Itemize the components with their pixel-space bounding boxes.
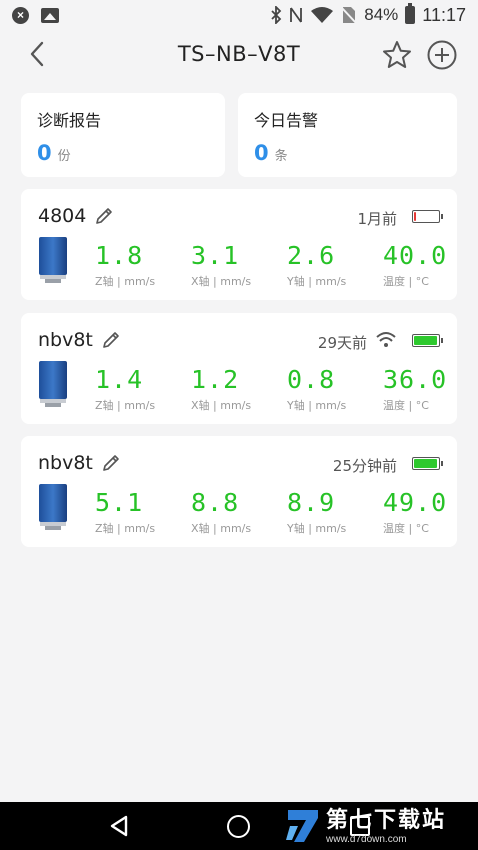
metric-value: 8.8 [191,488,240,517]
last-update-time: 29天前 [317,334,367,352]
device-name-row: nbv8t [38,329,121,351]
wifi-icon [311,7,334,23]
device-name-row: nbv8t [38,452,121,474]
image-icon [41,7,59,23]
metric-reading: 1.4 Z轴 | mm/s [95,365,175,413]
card-label: 今日告警 [254,111,319,130]
metric-label: Z轴 | mm/s [95,275,156,288]
edit-pencil-icon[interactable] [101,453,121,473]
device-name: nbv8t [38,329,93,351]
metric-reading: 49.0 温度 | °C [383,488,463,536]
metric-value: 40.0 [383,241,448,270]
vibration-sensor-icon [39,484,67,530]
battery-percent: 84% [364,5,399,24]
device-card[interactable]: 4804 1月前 1.8 Z轴 | mm/s 3.1 X轴 | mm/s 2.6 Y轴 | m… [21,189,457,300]
watermark-title: 第七下载站 [326,807,447,833]
nfc-icon [290,7,303,23]
count-unit: 条 [274,149,288,164]
last-update-time: 1月前 [357,210,397,228]
nav-back-icon[interactable] [108,815,130,837]
metric-value: 1.8 [95,241,144,270]
device-name-row: 4804 [38,205,114,227]
metric-value: 49.0 [383,488,448,517]
nav-home-icon[interactable] [227,815,250,838]
metric-value: 2.6 [287,241,336,270]
vibration-sensor-icon [39,237,67,283]
metric-value: 36.0 [383,365,448,394]
metric-reading: 40.0 温度 | °C [383,241,463,289]
battery-icon [405,3,416,24]
no-sim-icon [341,7,357,24]
device-card[interactable]: nbv8t 29天前 1.4 Z轴 | mm/s 1.2 X轴 | mm/s 0.8 Y轴 |… [21,313,457,424]
metric-reading: 1.2 X轴 | mm/s [191,365,271,413]
metric-label: 温度 | °C [383,522,429,535]
watermark-logo-icon [286,810,318,842]
card-label: 诊断报告 [37,111,102,130]
clock: 11:17 [422,4,466,25]
vibration-sensor-icon [39,361,67,407]
metric-label: X轴 | mm/s [191,399,252,412]
diagnosis-report-card[interactable]: 诊断报告 0 份 [21,93,225,177]
star-icon[interactable] [381,39,413,71]
metric-label: Z轴 | mm/s [95,522,156,535]
metric-value: 1.4 [95,365,144,394]
metric-reading: 5.1 Z轴 | mm/s [95,488,175,536]
metric-reading: 8.9 Y轴 | mm/s [287,488,367,536]
edit-pencil-icon[interactable] [101,330,121,350]
metric-label: X轴 | mm/s [191,275,252,288]
metric-label: 温度 | °C [383,275,429,288]
metric-label: 温度 | °C [383,399,429,412]
count-unit: 份 [57,149,71,164]
close-circle-icon: × [12,6,29,24]
metric-reading: 1.8 Z轴 | mm/s [95,241,175,289]
edit-pencil-icon[interactable] [94,206,114,226]
metric-reading: 2.6 Y轴 | mm/s [287,241,367,289]
device-card[interactable]: nbv8t 25分钟前 5.1 Z轴 | mm/s 8.8 X轴 | mm/s 8.9 Y轴 … [21,436,457,547]
watermark: 第七下载站 www.d7down.com [284,802,478,850]
wifi-signal-icon [376,332,396,347]
device-name: 4804 [38,205,87,227]
bluetooth-icon [271,6,282,24]
add-icon[interactable] [426,39,458,71]
battery-level-icon [412,334,443,347]
metric-reading: 8.8 X轴 | mm/s [191,488,271,536]
metric-value: 0.8 [287,365,336,394]
battery-level-icon [412,210,443,223]
battery-level-icon [412,457,443,470]
alarm-count: 0 [254,141,269,165]
metric-label: Y轴 | mm/s [287,522,347,535]
metric-value: 5.1 [95,488,144,517]
watermark-url: www.d7down.com [326,833,407,845]
metric-label: X轴 | mm/s [191,522,252,535]
metric-value: 1.2 [191,365,240,394]
metric-reading: 0.8 Y轴 | mm/s [287,365,367,413]
metric-reading: 3.1 X轴 | mm/s [191,241,271,289]
metric-label: Y轴 | mm/s [287,275,347,288]
metric-label: Z轴 | mm/s [95,399,156,412]
today-alarm-card[interactable]: 今日告警 0 条 [238,93,457,177]
top-app-bar: TS–NB–V8T [0,30,478,80]
report-count: 0 [37,141,52,165]
metric-label: Y轴 | mm/s [287,399,347,412]
status-bar: × 84% 11:17 [0,0,478,30]
metric-value: 8.9 [287,488,336,517]
metric-reading: 36.0 温度 | °C [383,365,463,413]
last-update-time: 25分钟前 [332,457,397,475]
metric-value: 3.1 [191,241,240,270]
device-name: nbv8t [38,452,93,474]
